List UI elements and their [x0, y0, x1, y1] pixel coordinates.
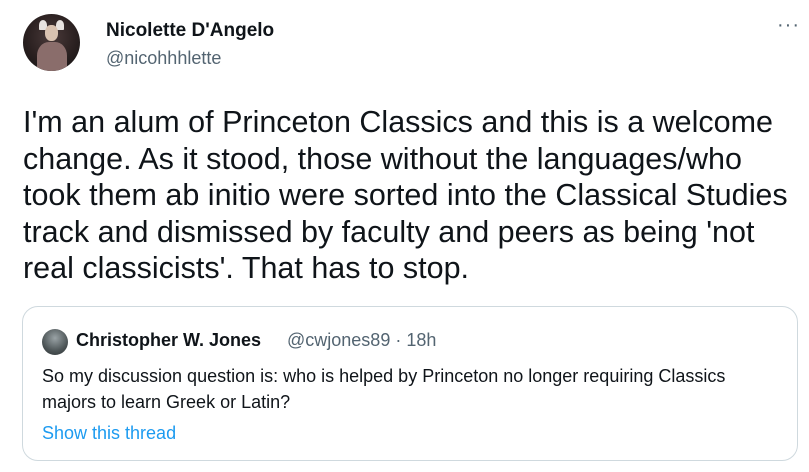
author-name[interactable]: Nicolette D'Angelo — [106, 20, 274, 42]
quoted-tweet[interactable]: Christopher W. Jones @cwjones89 · 18h So… — [22, 306, 798, 461]
author-avatar[interactable] — [23, 14, 80, 71]
tweet-text: I'm an alum of Princeton Classics and th… — [23, 105, 788, 285]
author-handle[interactable]: @nicohhhlette — [106, 48, 221, 69]
quoted-tweet-text: So my discussion question is: who is hel… — [42, 366, 726, 412]
avatar-body — [37, 42, 67, 71]
quoted-author-meta: @cwjones89 · 18h — [287, 330, 437, 350]
more-options-icon[interactable]: ··· — [777, 15, 800, 35]
avatar-face — [45, 25, 58, 41]
quoted-author-name: Christopher W. Jones — [76, 330, 262, 350]
tweet-card: Nicolette D'Angelo @nicohhhlette ··· I'm… — [0, 0, 809, 472]
quoted-author-avatar — [42, 329, 68, 355]
show-thread-link[interactable]: Show this thread — [42, 423, 176, 444]
